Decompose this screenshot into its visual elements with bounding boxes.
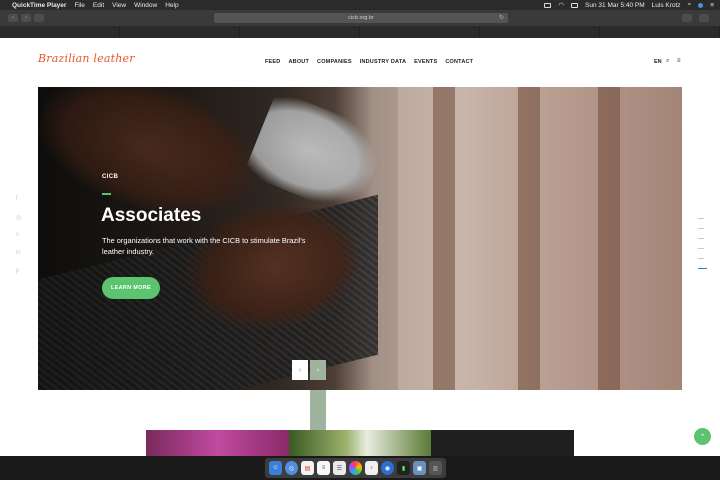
- screen-icon[interactable]: [544, 2, 552, 8]
- hero-banner: CICB Associates The organizations that w…: [38, 87, 682, 390]
- nav-feed[interactable]: FEED: [265, 59, 280, 65]
- tab-strip: [0, 26, 720, 38]
- search-icon[interactable]: ⌕: [666, 58, 669, 65]
- notification-icon[interactable]: ≡: [710, 2, 714, 9]
- hero-image-detail: [433, 87, 455, 390]
- macos-dock: ☺ ◎ ▤ ≡ ☰ ♪ ◉ ▮ ▣ ▥: [265, 458, 446, 478]
- menu-view[interactable]: View: [112, 2, 126, 9]
- spotlight-icon[interactable]: ⌕: [688, 1, 692, 9]
- safari-icon[interactable]: ◎: [285, 461, 298, 475]
- share-button[interactable]: [682, 14, 692, 22]
- address-bar[interactable]: cicb.org.br ↻: [214, 13, 508, 23]
- nav-contact[interactable]: CONTACT: [445, 59, 473, 65]
- menu-help[interactable]: Help: [165, 2, 178, 9]
- feed-thumbnail[interactable]: [431, 430, 574, 456]
- menu-edit[interactable]: Edit: [93, 2, 104, 9]
- tab[interactable]: [600, 26, 720, 38]
- photos-icon[interactable]: [349, 461, 362, 475]
- vimeo-icon[interactable]: v: [16, 232, 19, 238]
- nav-about[interactable]: ABOUT: [288, 59, 309, 65]
- user-name[interactable]: Luis Krotz: [652, 2, 681, 9]
- slider-pagination: [698, 218, 707, 278]
- tabs-button[interactable]: [699, 14, 709, 22]
- battery-icon[interactable]: [571, 2, 579, 8]
- menu-window[interactable]: Window: [134, 2, 157, 9]
- hamburger-icon[interactable]: ≡: [677, 58, 681, 64]
- nav-industry-data[interactable]: INDUSTRY DATA: [360, 59, 406, 65]
- terminal-icon[interactable]: ▮: [397, 461, 410, 475]
- app-name[interactable]: QuickTime Player: [12, 2, 66, 9]
- menu-file[interactable]: File: [74, 2, 84, 9]
- wifi-icon[interactable]: ◠: [558, 1, 564, 9]
- main-nav: FEED ABOUT COMPANIES INDUSTRY DATA EVENT…: [265, 59, 473, 65]
- web-page: Brazilian leather FEED ABOUT COMPANIES I…: [0, 38, 720, 456]
- slider-dot[interactable]: [698, 218, 704, 219]
- language-switch[interactable]: EN: [654, 59, 662, 65]
- feed-thumbnail[interactable]: [146, 430, 289, 456]
- calendar-icon[interactable]: ▤: [301, 461, 314, 475]
- learn-more-button[interactable]: LEARN MORE: [102, 277, 160, 299]
- back-button[interactable]: ‹: [8, 14, 18, 22]
- hero-image-detail: [598, 87, 620, 390]
- slider-dot-active[interactable]: [698, 268, 707, 269]
- scroll-indicator: [310, 390, 326, 430]
- slider-dot[interactable]: [698, 238, 704, 239]
- forward-button[interactable]: ›: [21, 14, 31, 22]
- hero-image-detail: [518, 87, 540, 390]
- siri-icon[interactable]: [698, 2, 704, 8]
- tab[interactable]: [0, 26, 120, 38]
- slider-dot[interactable]: [698, 228, 704, 229]
- macos-menubar: QuickTime Player File Edit View Window H…: [0, 0, 720, 10]
- nav-companies[interactable]: COMPANIES: [317, 59, 352, 65]
- sidebar-button[interactable]: [34, 14, 44, 22]
- slider-dot[interactable]: [698, 248, 704, 249]
- tab[interactable]: [120, 26, 240, 38]
- tab[interactable]: [480, 26, 600, 38]
- finder-icon[interactable]: ☺: [269, 461, 282, 475]
- datetime[interactable]: Sun 31 Mar 5:40 PM: [585, 2, 645, 9]
- notes-icon[interactable]: ≡: [317, 461, 330, 475]
- reload-icon[interactable]: ↻: [499, 14, 504, 21]
- music-icon[interactable]: ♪: [365, 461, 378, 475]
- browser-app-icon[interactable]: ◉: [381, 461, 394, 475]
- nav-events[interactable]: EVENTS: [414, 59, 437, 65]
- scroll-up-button[interactable]: ⌃: [694, 428, 711, 445]
- toolbar-right: [682, 14, 712, 22]
- site-logo[interactable]: Brazilian leather: [38, 52, 135, 65]
- tab[interactable]: [240, 26, 360, 38]
- hero-title: Associates: [101, 205, 202, 226]
- instagram-icon[interactable]: ◎: [16, 214, 21, 221]
- hero-accent-line: [102, 193, 111, 195]
- pinterest-icon[interactable]: p: [16, 268, 19, 274]
- linkedin-icon[interactable]: in: [16, 250, 21, 256]
- slider-dot[interactable]: [698, 258, 704, 259]
- slider-next-button[interactable]: ›: [310, 360, 326, 380]
- menubar-status: ◠ Sun 31 Mar 5:40 PM Luis Krotz ⌕ ≡: [544, 1, 714, 9]
- preview-icon[interactable]: ▣: [413, 461, 426, 475]
- feed-thumbnails: [146, 430, 574, 456]
- reminders-icon[interactable]: ☰: [333, 461, 346, 475]
- feed-thumbnail[interactable]: [289, 430, 431, 456]
- browser-toolbar: ‹ › cicb.org.br ↻: [0, 10, 720, 26]
- tab[interactable]: [360, 26, 480, 38]
- hero-description: The organizations that work with the CIC…: [102, 236, 306, 256]
- slider-prev-button[interactable]: ‹: [292, 360, 308, 380]
- facebook-icon[interactable]: f: [16, 196, 18, 202]
- hero-eyebrow: CICB: [102, 174, 119, 180]
- trash-icon[interactable]: ▥: [429, 461, 442, 475]
- address-text: cicb.org.br: [348, 15, 374, 21]
